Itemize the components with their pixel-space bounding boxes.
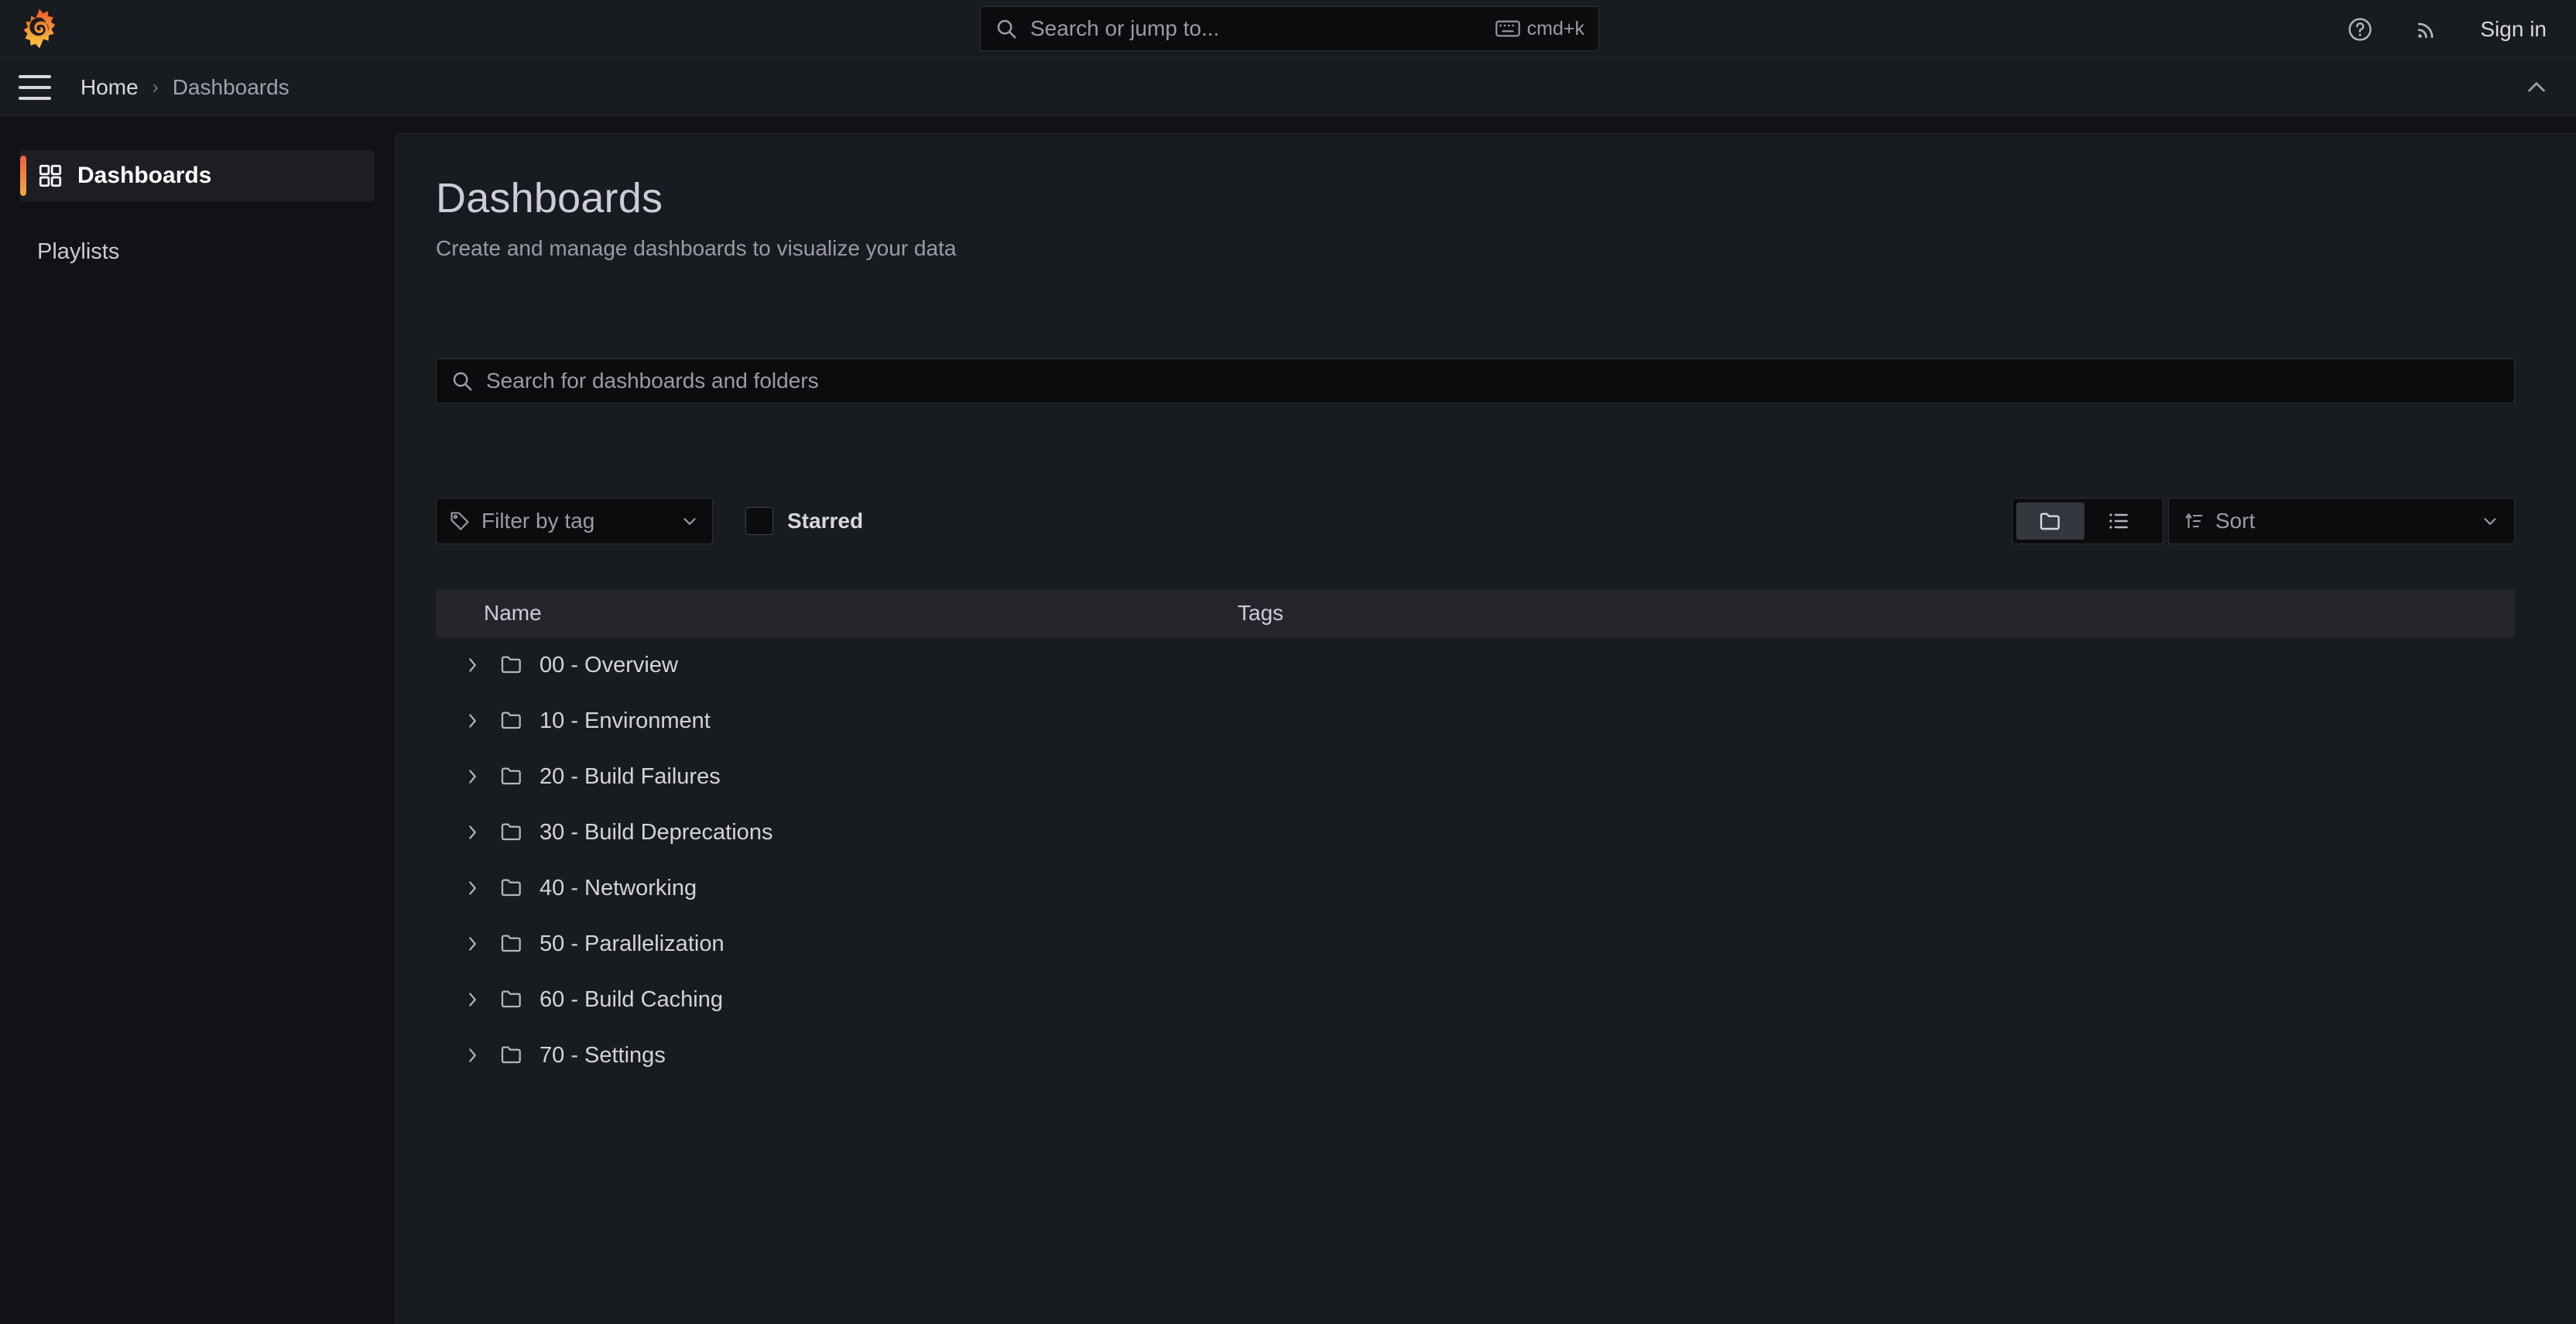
folder-name: 30 - Build Deprecations [540,820,772,846]
sort-select[interactable]: Sort [2168,498,2515,544]
folder-view-button[interactable] [2016,503,2084,540]
chevron-right-icon[interactable] [459,763,485,790]
folder-icon [499,819,526,846]
chevron-down-icon [2480,511,2500,531]
sort-amount-up-icon [2183,510,2204,532]
view-mode-toggle-group [2012,498,2163,544]
global-search-input[interactable]: Search or jump to... cmd+k [980,6,1599,51]
folder-name: 70 - Settings [540,1043,666,1068]
folder-icon [499,1042,526,1068]
folder-name: 60 - Build Caching [540,987,723,1013]
rss-icon[interactable] [2413,16,2440,43]
folder-name: 00 - Overview [540,653,678,678]
page-header: Dashboards Create and manage dashboards … [396,134,2576,261]
column-header-tags: Tags [1238,601,1283,626]
chevron-down-icon [680,511,700,531]
chevron-up-icon[interactable] [2523,75,2550,100]
chevron-right-icon[interactable] [459,708,485,734]
sidebar-item-playlists[interactable]: Playlists [20,226,375,277]
table-row[interactable]: 30 - Build Deprecations [436,804,2515,860]
breadcrumb-separator-icon: › [152,77,159,98]
sidebar-item-dashboards-label: Dashboards [77,163,211,189]
help-circle-icon[interactable] [2347,16,2373,43]
breadcrumb-bar: Home › Dashboards [0,58,2576,116]
folder-icon [499,986,526,1013]
breadcrumb: Home › Dashboards [80,58,289,116]
chevron-right-icon[interactable] [459,652,485,678]
keyboard-icon [1495,19,1520,38]
chevron-right-icon[interactable] [459,931,485,957]
folder-icon [499,763,526,790]
sign-in-link[interactable]: Sign in [2480,17,2547,42]
table-row[interactable]: 10 - Environment [436,693,2515,749]
filter-by-tag-label: Filter by tag [481,509,680,533]
global-search-placeholder: Search or jump to... [1030,16,1495,41]
chevron-right-icon[interactable] [459,875,485,901]
dashboard-search-input[interactable]: Search for dashboards and folders [436,358,2515,403]
page-subtitle: Create and manage dashboards to visualiz… [436,236,2576,261]
grafana-logo-icon[interactable] [17,6,62,51]
folder-icon [499,875,526,901]
apps-grid-icon [37,163,63,189]
starred-checkbox-label: Starred [787,509,863,533]
table-row[interactable]: 40 - Networking [436,860,2515,916]
sidebar-item-dashboards[interactable]: Dashboards [20,150,375,201]
top-navigation-bar: Search or jump to... cmd+k [0,0,2576,58]
folder-icon [499,652,526,678]
dashboard-toolbar: Filter by tag Starred [436,498,2515,544]
table-row[interactable]: 00 - Overview [436,637,2515,693]
folder-icon [499,931,526,957]
column-header-name: Name [484,601,542,626]
breadcrumb-item-dashboards[interactable]: Dashboards [173,75,289,100]
sidebar-navigation: Dashboards Playlists [0,116,395,1324]
table-row[interactable]: 70 - Settings [436,1027,2515,1083]
folder-name: 40 - Networking [540,876,697,901]
folder-icon [2038,509,2063,533]
table-row[interactable]: 50 - Parallelization [436,916,2515,972]
tag-icon [449,510,471,532]
chevron-right-icon[interactable] [459,986,485,1013]
hamburger-menu-icon[interactable] [19,75,51,100]
list-view-button[interactable] [2084,503,2153,540]
table-row[interactable]: 20 - Build Failures [436,749,2515,804]
table-header-row: Name Tags [436,589,2515,637]
page-title: Dashboards [436,174,2576,222]
main-content-panel: Dashboards Create and manage dashboards … [395,133,2576,1324]
dashboard-folder-list: 00 - Overview 10 - Environment 20 - Build … [436,637,2515,1083]
folder-name: 10 - Environment [540,708,711,734]
filter-by-tag-select[interactable]: Filter by tag [436,498,713,544]
breadcrumb-item-home[interactable]: Home [80,75,139,100]
folder-icon [499,708,526,734]
search-icon [450,369,474,393]
search-icon [995,17,1018,40]
sidebar-item-playlists-label: Playlists [20,239,119,265]
dashboard-search-placeholder: Search for dashboards and folders [486,369,819,393]
keyboard-shortcut-badge: cmd+k [1495,18,1584,40]
chevron-right-icon[interactable] [459,1042,485,1068]
starred-filter-checkbox[interactable]: Starred [745,498,863,544]
table-row[interactable]: 60 - Build Caching [436,972,2515,1027]
list-icon [2106,509,2131,533]
keyboard-shortcut-label: cmd+k [1527,18,1584,40]
chevron-right-icon[interactable] [459,819,485,846]
topbar-actions: Sign in [2347,0,2547,58]
folder-name: 50 - Parallelization [540,931,724,957]
starred-checkbox-box[interactable] [745,507,773,535]
folder-name: 20 - Build Failures [540,764,721,790]
sort-select-label: Sort [2215,509,2480,533]
